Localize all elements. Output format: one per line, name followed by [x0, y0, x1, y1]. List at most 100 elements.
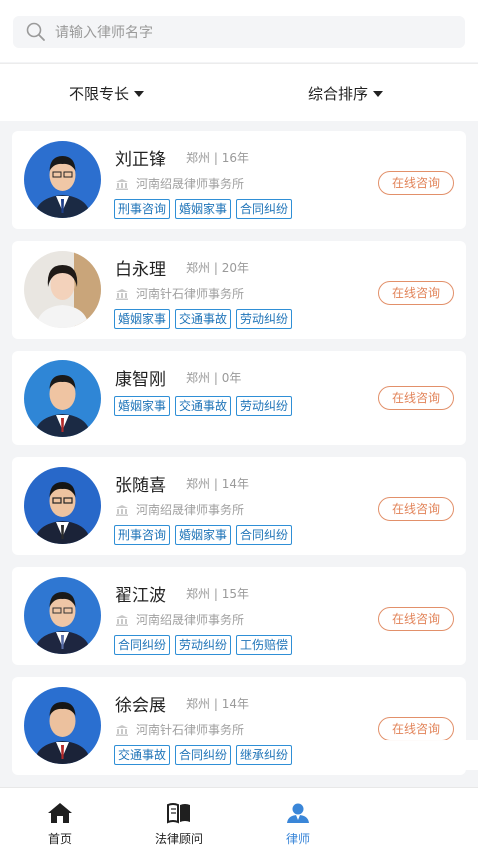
tag-list: 婚姻家事 交通事故 劳动纠纷 — [114, 309, 297, 329]
building-icon — [116, 178, 128, 190]
lawyer-card[interactable]: 翟江波 郑州 | 15年 河南绍晟律师事务所 合同纠纷 劳动纠纷 工伤赔偿 在线… — [12, 567, 466, 665]
lawyer-meta: 郑州 | 14年 — [186, 697, 249, 711]
consult-button[interactable]: 在线咨询 — [378, 386, 454, 410]
lawyer-years: 16年 — [221, 151, 249, 165]
lawyer-name: 翟江波 — [115, 586, 166, 606]
consult-button[interactable]: 在线咨询 — [378, 717, 454, 741]
specialty-tag: 刑事咨询 — [114, 525, 171, 545]
specialty-tag: 合同纠纷 — [236, 199, 293, 219]
specialty-tag: 交通事故 — [175, 309, 232, 329]
tab-lawyer[interactable]: 律师 — [253, 802, 343, 847]
lawyer-name: 徐会展 — [115, 696, 166, 716]
search-placeholder: 请输入律师名字 — [55, 25, 153, 41]
filter-specialty[interactable]: 不限专长 — [69, 83, 145, 104]
lawyer-meta: 郑州 | 0年 — [186, 371, 242, 385]
caret-down-icon — [134, 90, 145, 97]
lawyer-name: 刘正锋 — [115, 150, 166, 170]
lawyer-firm-name: 河南针石律师事务所 — [136, 723, 245, 737]
search-icon — [26, 22, 45, 41]
lawyer-firm-name: 河南绍晟律师事务所 — [136, 613, 245, 627]
tab-home[interactable]: 首页 — [15, 802, 105, 847]
filter-sort[interactable]: 综合排序 — [308, 83, 384, 104]
lawyer-firm: 河南绍晟律师事务所 — [115, 175, 244, 192]
lawyer-city: 郑州 — [186, 477, 211, 491]
building-icon — [116, 614, 128, 626]
lawyer-card[interactable]: 康智刚 郑州 | 0年 婚姻家事 交通事故 劳动纠纷 在线咨询 — [12, 351, 466, 445]
lawyer-years: 20年 — [221, 261, 249, 275]
avatar — [24, 251, 101, 328]
lawyer-city: 郑州 — [186, 371, 211, 385]
lawyer-firm: 河南绍晟律师事务所 — [115, 611, 244, 628]
lawyer-firm: 河南针石律师事务所 — [115, 721, 244, 738]
lawyer-meta: 郑州 | 14年 — [186, 477, 249, 491]
specialty-tag: 交通事故 — [175, 396, 232, 416]
specialty-tag: 劳动纠纷 — [236, 396, 293, 416]
tab-legal-advisor[interactable]: 法律顾问 — [134, 802, 224, 847]
search-bar: 请输入律师名字 — [0, 0, 478, 62]
lawyer-icon — [287, 803, 309, 823]
avatar — [24, 141, 101, 218]
lawyer-years: 14年 — [221, 477, 249, 491]
lawyer-city: 郑州 — [186, 151, 211, 165]
lawyer-card[interactable]: 刘正锋 郑州 | 16年 河南绍晟律师事务所 刑事咨询 婚姻家事 合同纠纷 在线… — [12, 131, 466, 229]
caret-down-icon — [373, 90, 384, 97]
tag-list: 交通事故 合同纠纷 继承纠纷 — [114, 745, 297, 765]
scroll-fade-overlay — [300, 740, 478, 770]
lawyer-years: 14年 — [221, 697, 249, 711]
specialty-tag: 刑事咨询 — [114, 199, 171, 219]
tag-list: 婚姻家事 交通事故 劳动纠纷 — [114, 396, 297, 416]
building-icon — [116, 724, 128, 736]
lawyer-name: 白永理 — [115, 260, 166, 280]
avatar — [24, 577, 101, 654]
lawyer-city: 郑州 — [186, 587, 211, 601]
specialty-tag: 工伤赔偿 — [236, 635, 293, 655]
lawyer-city: 郑州 — [186, 697, 211, 711]
home-icon — [48, 803, 72, 823]
lawyer-name: 康智刚 — [115, 370, 166, 390]
specialty-tag: 劳动纠纷 — [236, 309, 293, 329]
filter-sort-label: 综合排序 — [308, 85, 369, 103]
building-icon — [116, 288, 128, 300]
filter-bar: 不限专长 综合排序 — [0, 63, 478, 121]
lawyer-firm-name: 河南绍晟律师事务所 — [136, 503, 245, 517]
tab-home-label: 首页 — [47, 832, 72, 846]
specialty-tag: 婚姻家事 — [175, 199, 232, 219]
specialty-tag: 交通事故 — [114, 745, 171, 765]
specialty-tag: 合同纠纷 — [114, 635, 171, 655]
tab-lawyer-label: 律师 — [285, 832, 310, 846]
avatar — [24, 467, 101, 544]
lawyer-city: 郑州 — [186, 261, 211, 275]
consult-button[interactable]: 在线咨询 — [378, 497, 454, 521]
tag-list: 刑事咨询 婚姻家事 合同纠纷 — [114, 525, 297, 545]
book-icon — [167, 803, 190, 824]
lawyer-card[interactable]: 张随喜 郑州 | 14年 河南绍晟律师事务所 刑事咨询 婚姻家事 合同纠纷 在线… — [12, 457, 466, 555]
avatar — [24, 360, 101, 437]
building-icon — [116, 504, 128, 516]
specialty-tag: 合同纠纷 — [175, 745, 232, 765]
lawyer-firm: 河南绍晟律师事务所 — [115, 501, 244, 518]
bottom-tab-bar: 首页 法律顾问 律师 — [0, 787, 478, 850]
specialty-tag: 继承纠纷 — [236, 745, 293, 765]
tab-legal-advisor-label: 法律顾问 — [154, 832, 203, 846]
consult-button[interactable]: 在线咨询 — [378, 171, 454, 195]
lawyer-meta: 郑州 | 15年 — [186, 587, 249, 601]
filter-specialty-label: 不限专长 — [69, 85, 130, 103]
tag-list: 合同纠纷 劳动纠纷 工伤赔偿 — [114, 635, 297, 655]
lawyer-years: 15年 — [221, 587, 249, 601]
lawyer-meta: 郑州 | 20年 — [186, 261, 249, 275]
lawyer-name: 张随喜 — [115, 476, 166, 496]
lawyer-card[interactable]: 白永理 郑州 | 20年 河南针石律师事务所 婚姻家事 交通事故 劳动纠纷 在线… — [12, 241, 466, 339]
consult-button[interactable]: 在线咨询 — [378, 607, 454, 631]
lawyer-years: 0年 — [221, 371, 242, 385]
tag-list: 刑事咨询 婚姻家事 合同纠纷 — [114, 199, 297, 219]
specialty-tag: 婚姻家事 — [175, 525, 232, 545]
lawyer-firm-name: 河南绍晟律师事务所 — [136, 177, 245, 191]
lawyer-meta: 郑州 | 16年 — [186, 151, 249, 165]
lawyer-firm: 河南针石律师事务所 — [115, 285, 244, 302]
avatar — [24, 687, 101, 764]
specialty-tag: 合同纠纷 — [236, 525, 293, 545]
consult-button[interactable]: 在线咨询 — [378, 281, 454, 305]
specialty-tag: 婚姻家事 — [114, 396, 171, 416]
search-input[interactable]: 请输入律师名字 — [13, 16, 465, 48]
lawyer-firm-name: 河南针石律师事务所 — [136, 287, 245, 301]
